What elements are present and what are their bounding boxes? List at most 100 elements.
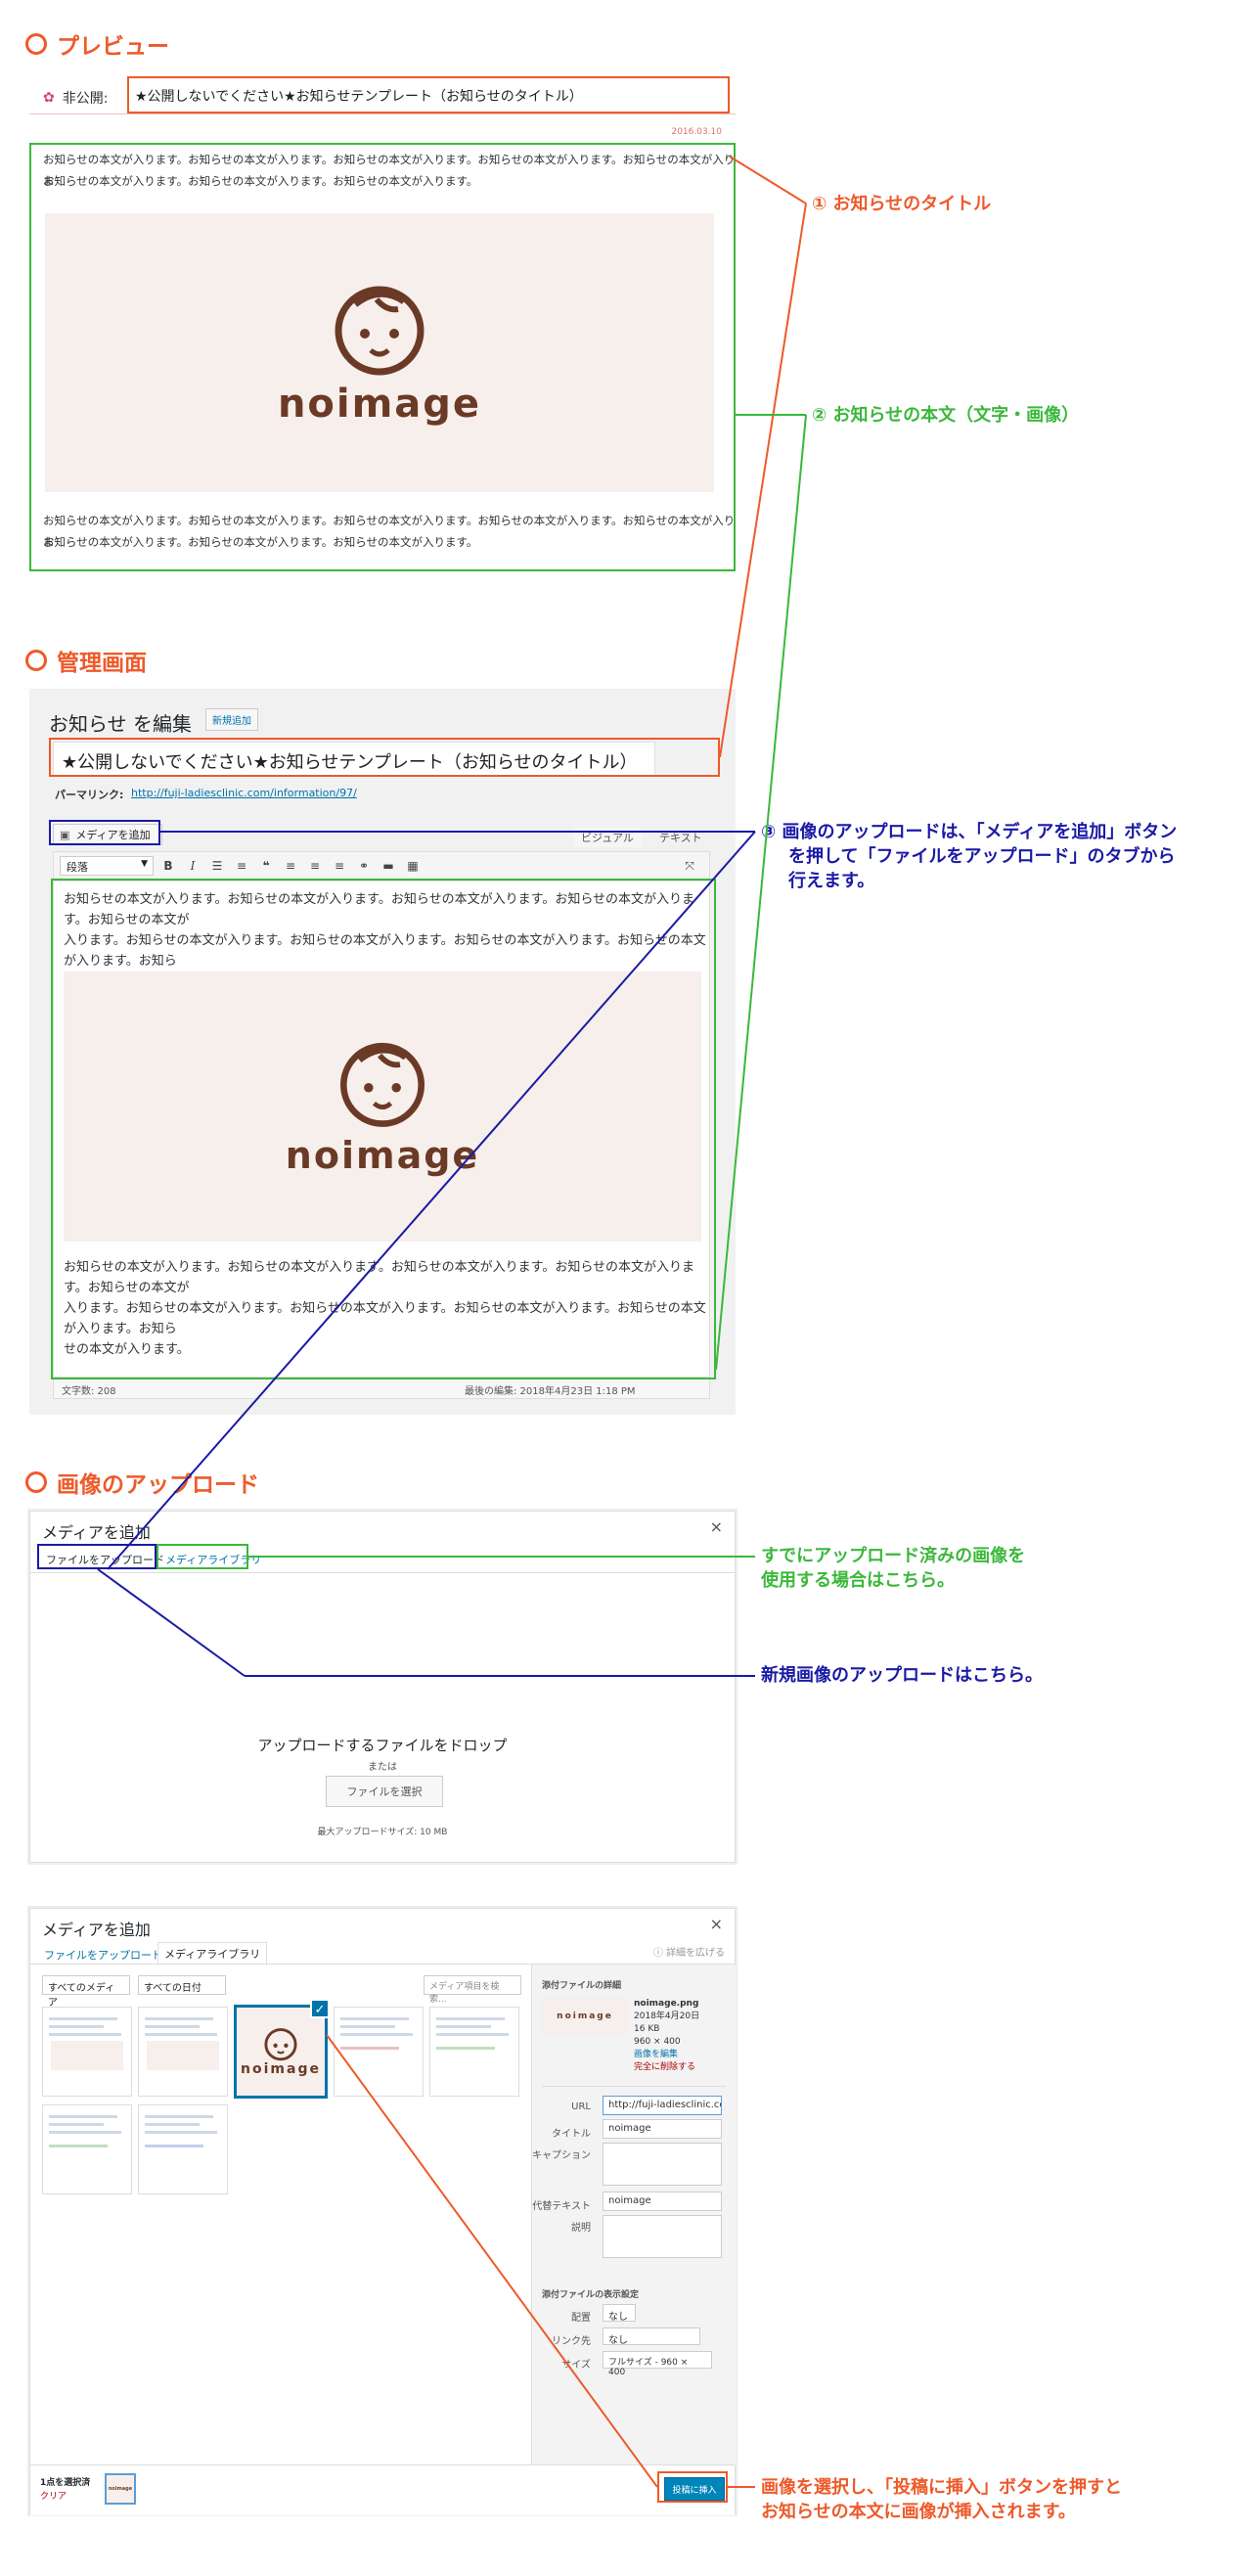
tab-text[interactable]: テキスト [651, 828, 710, 847]
annotation-library: すでにアップロード済みの画像を 使用する場合はこちら。 [761, 1546, 1026, 1591]
media-thumbnail[interactable] [138, 2104, 228, 2194]
bold-icon[interactable]: B [158, 856, 178, 876]
filter-date[interactable]: すべての日付 [138, 1975, 226, 1995]
preview-section-heading: プレビュー [25, 27, 169, 61]
upload-tab-highlight [37, 1544, 156, 1569]
toolbar-toggle-icon[interactable]: ▦ [403, 856, 423, 876]
pin-icon: ✿ [43, 90, 55, 106]
selected-count: 1点を選択済 [40, 2478, 91, 2488]
insert-button-highlight [657, 2471, 728, 2503]
upload-section-heading: 画像のアップロード [25, 1466, 259, 1499]
details-preview: noimage [542, 1998, 628, 2035]
drop-instructions: アップロードするファイルをドロップ [257, 1737, 508, 1754]
max-upload-size: 最大アップロードサイズ: 10 MB [317, 1828, 448, 1837]
link-icon[interactable]: ⚭ [354, 856, 374, 876]
permalink-link[interactable]: http://fuji-ladiesclinic.com/information… [131, 787, 357, 799]
upload-modal-title: メディアを追加 [42, 1523, 151, 1542]
modal-divider [30, 1572, 735, 1573]
description-label: 説明 [571, 2223, 591, 2234]
alt-field[interactable]: noimage [603, 2192, 722, 2211]
admin-body-highlight [51, 879, 716, 1379]
clear-link[interactable]: クリア [40, 2489, 67, 2502]
numbered-list-icon[interactable]: ≡ [232, 856, 251, 876]
tab-upload-files[interactable]: ファイルをアップロード [42, 1944, 164, 1966]
format-select[interactable]: 段落 ▼ [60, 856, 154, 876]
library-tab-highlight [156, 1544, 248, 1569]
expand-details[interactable]: ⓘ 詳細を広げる [653, 1944, 725, 1959]
admin-section-heading: 管理画面 [25, 644, 147, 677]
library-modal-title: メディアを追加 [42, 1921, 151, 1939]
details-meta: noimage.png 2018年4月20日 16 KB 960 × 400 画… [634, 1999, 700, 2074]
preview-date: 2016.03.10 [671, 127, 722, 137]
admin-title-highlight [49, 738, 720, 777]
title-field[interactable]: noimage [603, 2119, 722, 2139]
media-thumbnail[interactable] [138, 2007, 228, 2097]
italic-icon[interactable]: I [183, 856, 202, 876]
edit-image-link[interactable]: 画像を編集 [634, 2049, 699, 2061]
details-divider [542, 2086, 726, 2087]
fullscreen-icon[interactable]: ⤧ [680, 856, 699, 876]
library-footer: 1点を選択済 クリア noimage 投稿に挿入 [30, 2464, 735, 2515]
url-field[interactable]: http://fuji-ladiesclinic.com/ [603, 2096, 722, 2115]
title-label: タイトル [552, 2129, 591, 2140]
circle-icon [25, 650, 47, 671]
alt-label: 代替テキスト [532, 2201, 591, 2212]
bullet-list-icon[interactable]: ☰ [207, 856, 227, 876]
annotation-body: ② お知らせの本文（文字・画像） [812, 405, 1080, 426]
delete-link[interactable]: 完全に削除する [634, 2061, 699, 2074]
filter-media-type[interactable]: すべてのメディア [42, 1975, 130, 2009]
align-label: 配置 [571, 2313, 591, 2324]
caption-label: キャプション [532, 2150, 591, 2161]
url-label: URL [571, 2101, 591, 2112]
noimage-label: noimage [241, 2061, 321, 2077]
size-select[interactable]: フルサイズ - 960 × 400 [603, 2351, 712, 2377]
size-label: サイズ [561, 2360, 591, 2371]
annotation-upload: ③ 画像のアップロードは、「メディアを追加」ボタン を押して「ファイルをアップロ… [761, 822, 1178, 891]
align-right-icon[interactable]: ≡ [330, 856, 349, 876]
more-icon[interactable]: ▬ [379, 856, 398, 876]
new-post-button[interactable]: 新規追加 [205, 708, 258, 731]
editor-statusbar: 文字数: 208 最後の編集: 2018年4月23日 1:18 PM [53, 1378, 710, 1399]
media-thumbnail[interactable] [42, 2007, 132, 2097]
media-search-input[interactable]: メディア項目を検索... [424, 1975, 521, 2005]
close-icon[interactable]: × [710, 1915, 723, 1933]
title-highlight-box [127, 76, 730, 113]
align-left-icon[interactable]: ≡ [281, 856, 300, 876]
permalink-label: パーマリンク: [55, 789, 124, 801]
annotation-title: ① お知らせのタイトル [812, 194, 992, 214]
word-count: 文字数: 208 [62, 1386, 116, 1397]
annotation-insert: 画像を選択し、「投稿に挿入」ボタンを押すと お知らせの本文に画像が挿入されます。 [761, 2477, 1122, 2522]
info-icon: ⓘ [652, 1948, 666, 1959]
caption-field[interactable] [603, 2143, 722, 2186]
tab-visual[interactable]: ビジュアル [573, 828, 642, 847]
or-text: または [368, 1762, 397, 1773]
quote-icon[interactable]: ❝ [256, 856, 276, 876]
edit-heading: お知らせ を編集 [49, 712, 192, 736]
last-edited: 最後の編集: 2018年4月23日 1:18 PM [465, 1386, 636, 1397]
check-icon[interactable]: ✓ [310, 1999, 330, 2018]
link-select[interactable]: なし [603, 2327, 700, 2346]
media-thumbnail[interactable] [42, 2104, 132, 2194]
link-label: リンク先 [552, 2336, 591, 2347]
align-center-icon[interactable]: ≡ [305, 856, 325, 876]
select-files-button[interactable]: ファイルを選択 [326, 1776, 443, 1807]
preview-title-row: ✿ 非公開: [43, 88, 108, 108]
library-modal: メディアを追加 × ファイルをアップロード メディアライブラリ ⓘ 詳細を広げる… [29, 1908, 736, 2515]
attachment-details-sidebar: 添付ファイルの詳細 noimage noimage.png 2018年4月20日… [531, 1965, 736, 2465]
preview-status: 非公開: [62, 91, 109, 107]
media-thumbnail[interactable] [429, 2007, 519, 2097]
circle-icon [25, 33, 47, 55]
media-thumbnail[interactable] [334, 2007, 424, 2097]
body-highlight-box [29, 143, 736, 571]
add-media-highlight [49, 820, 160, 845]
close-icon[interactable]: × [710, 1517, 723, 1536]
editor-toolbar: 段落 ▼ B I ☰ ≡ ❝ ≡ ≡ ≡ ⚭ ▬ ▦ ⤧ [53, 851, 710, 881]
details-heading: 添付ファイルの詳細 [542, 1981, 622, 1991]
tab-media-library[interactable]: メディアライブラリ [157, 1942, 268, 1966]
media-thumbnail-selected[interactable]: noimage [234, 2005, 328, 2099]
selected-thumbnail[interactable]: noimage [105, 2473, 136, 2505]
title-divider [29, 113, 736, 114]
circle-icon [25, 1471, 47, 1493]
align-select[interactable]: なし [603, 2304, 636, 2323]
description-field[interactable] [603, 2215, 722, 2258]
